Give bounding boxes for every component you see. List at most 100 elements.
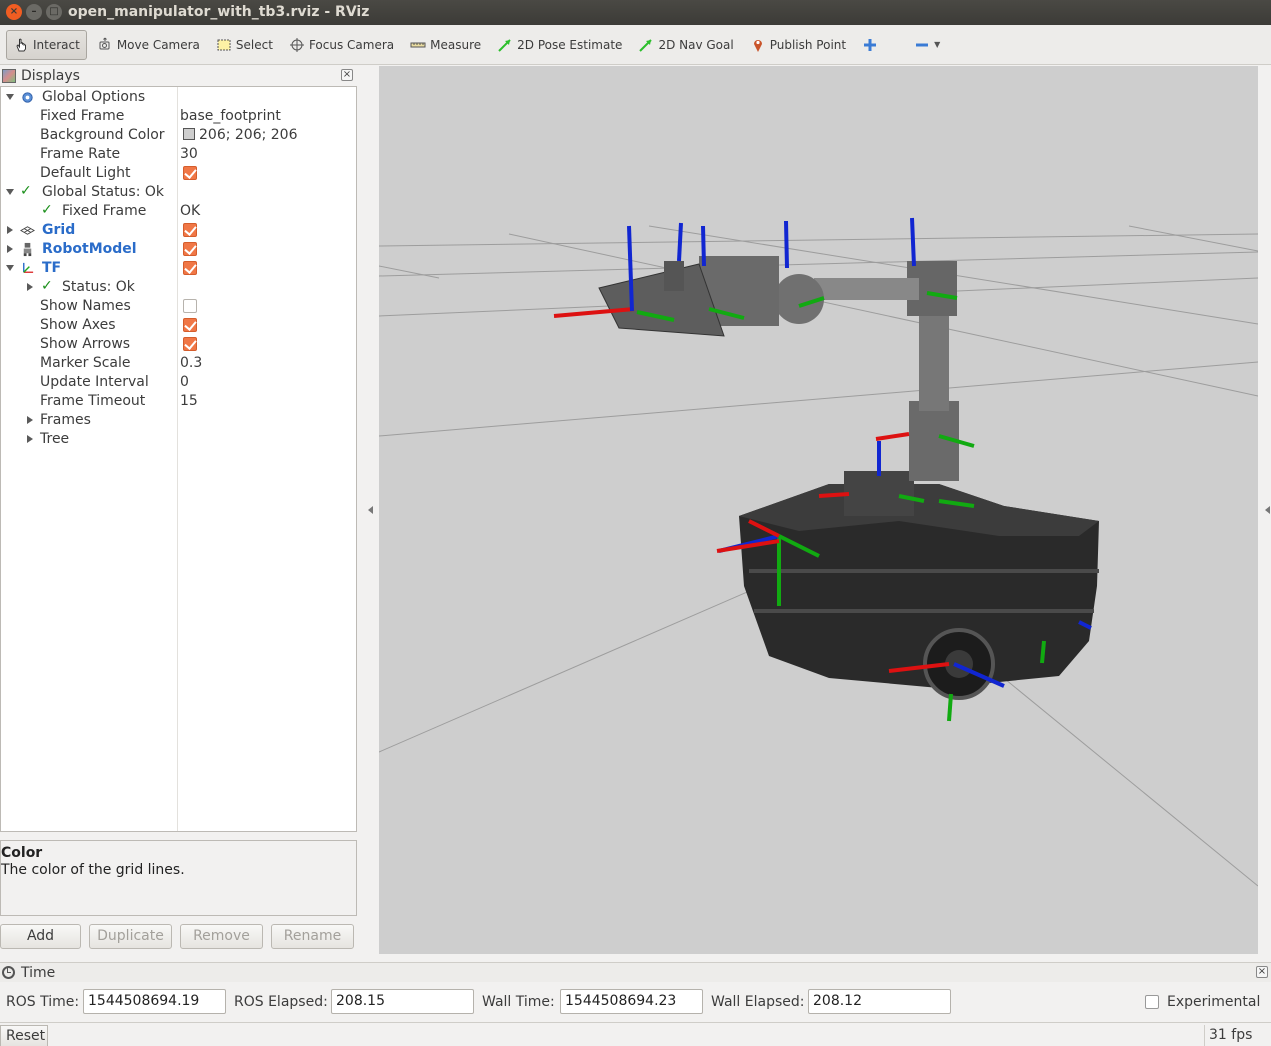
tf-status-label: Status: Ok xyxy=(62,279,135,295)
robot-model-checkbox[interactable] xyxy=(183,242,197,256)
description-title: Color xyxy=(1,845,43,861)
marker-scale-value[interactable]: 0.3 xyxy=(180,354,202,373)
displays-tree[interactable]: Global Options Fixed Frame base_footprin… xyxy=(0,86,357,832)
expand-arrow-icon[interactable] xyxy=(26,283,34,291)
expand-arrow-icon[interactable] xyxy=(26,416,34,424)
tree-row-robot-model[interactable]: RobotModel xyxy=(1,240,356,259)
expand-arrow-icon[interactable] xyxy=(6,188,14,196)
tree-row-global-options[interactable]: Global Options xyxy=(1,88,356,107)
window-title: open_manipulator_with_tb3.rviz - RViz xyxy=(68,4,370,20)
ros-elapsed-label: ROS Elapsed: xyxy=(234,994,328,1010)
tree-row-fixed-frame[interactable]: Fixed Frame base_footprint xyxy=(1,107,356,126)
tree-row-marker-scale[interactable]: Marker Scale 0.3 xyxy=(1,354,356,373)
remove-tool-button[interactable]: ▼ xyxy=(908,30,946,60)
ruler-icon xyxy=(410,37,426,53)
reset-button[interactable]: Reset xyxy=(0,1025,48,1046)
tool-2d-nav-goal-label: 2D Nav Goal xyxy=(658,37,734,52)
axes-icon xyxy=(20,261,35,276)
close-window-icon[interactable]: × xyxy=(6,4,22,20)
description-text: The color of the grid lines. xyxy=(1,862,185,878)
tree-row-background-color[interactable]: Background Color 206; 206; 206 xyxy=(1,126,356,145)
displays-icon xyxy=(2,69,16,83)
tool-publish-point-label: Publish Point xyxy=(769,37,847,52)
tool-toolbar: Interact Move Camera Select Focus Camera… xyxy=(0,25,1271,65)
tool-publish-point[interactable]: Publish Point xyxy=(744,30,852,60)
expand-arrow-icon[interactable] xyxy=(6,93,14,101)
experimental-label: Experimental xyxy=(1167,994,1261,1010)
close-panel-icon[interactable]: × xyxy=(341,69,353,81)
minus-icon xyxy=(914,37,930,53)
tree-row-show-axes[interactable]: Show Axes xyxy=(1,316,356,335)
default-light-checkbox[interactable] xyxy=(183,166,197,180)
tree-row-frame-timeout[interactable]: Frame Timeout 15 xyxy=(1,392,356,411)
tool-select-label: Select xyxy=(235,37,273,52)
time-panel-header: Time × xyxy=(0,962,1271,982)
tool-2d-pose-estimate[interactable]: 2D Pose Estimate xyxy=(491,30,628,60)
expand-arrow-icon[interactable] xyxy=(26,435,34,443)
close-time-panel-icon[interactable]: × xyxy=(1256,966,1268,978)
right-splitter[interactable] xyxy=(1258,66,1271,954)
tree-row-status-fixed-frame[interactable]: ✓ Fixed Frame OK xyxy=(1,202,356,221)
tool-focus-camera[interactable]: Focus Camera xyxy=(283,30,400,60)
tool-2d-nav-goal[interactable]: 2D Nav Goal xyxy=(632,30,739,60)
tree-row-show-arrows[interactable]: Show Arrows xyxy=(1,335,356,354)
default-light-label: Default Light xyxy=(40,165,131,181)
wall-elapsed-field[interactable]: 208.12 xyxy=(808,989,951,1014)
tool-select[interactable]: Select xyxy=(210,30,279,60)
tree-row-update-interval[interactable]: Update Interval 0 xyxy=(1,373,356,392)
frame-rate-value[interactable]: 30 xyxy=(180,145,198,164)
tf-checkbox[interactable] xyxy=(183,261,197,275)
ros-time-field[interactable]: 1544508694.19 xyxy=(83,989,226,1014)
collapse-right-icon[interactable] xyxy=(1265,506,1270,514)
left-splitter[interactable] xyxy=(357,66,379,954)
gear-icon xyxy=(20,90,35,105)
background-color-value[interactable]: 206; 206; 206 xyxy=(183,126,298,145)
show-axes-label: Show Axes xyxy=(40,317,116,333)
tool-measure[interactable]: Measure xyxy=(404,30,487,60)
green-arrow-icon xyxy=(638,37,654,53)
fps-readout: 31 fps xyxy=(1204,1025,1271,1046)
tree-row-grid[interactable]: Grid xyxy=(1,221,356,240)
tree-row-tf-status[interactable]: ✓ Status: Ok xyxy=(1,278,356,297)
grid-icon xyxy=(19,223,36,238)
tool-move-camera[interactable]: Move Camera xyxy=(91,30,206,60)
expand-arrow-icon[interactable] xyxy=(6,245,14,253)
robot-icon xyxy=(20,242,35,257)
robot-model xyxy=(598,256,1099,700)
tree-row-frames[interactable]: Frames xyxy=(1,411,356,430)
ros-elapsed-field[interactable]: 208.15 xyxy=(331,989,474,1014)
show-arrows-checkbox[interactable] xyxy=(183,337,197,351)
experimental-checkbox[interactable] xyxy=(1145,995,1159,1009)
fixed-frame-value[interactable]: base_footprint xyxy=(180,107,281,126)
frame-timeout-value[interactable]: 15 xyxy=(180,392,198,411)
collapse-left-icon[interactable] xyxy=(368,506,373,514)
show-axes-checkbox[interactable] xyxy=(183,318,197,332)
tool-2d-pose-estimate-label: 2D Pose Estimate xyxy=(517,37,623,52)
frame-rate-label: Frame Rate xyxy=(40,146,121,162)
expand-arrow-icon[interactable] xyxy=(6,226,14,234)
tool-interact-label: Interact xyxy=(33,37,80,52)
time-title: Time xyxy=(21,964,56,981)
remove-button[interactable]: Remove xyxy=(180,924,263,949)
grid-checkbox[interactable] xyxy=(183,223,197,237)
update-interval-value[interactable]: 0 xyxy=(180,373,189,392)
add-button[interactable]: Add xyxy=(0,924,81,949)
render-3d-view[interactable] xyxy=(379,66,1258,954)
rename-button[interactable]: Rename xyxy=(271,924,354,949)
minimize-window-icon[interactable]: – xyxy=(26,4,42,20)
tool-measure-label: Measure xyxy=(430,37,482,52)
add-tool-button[interactable] xyxy=(856,30,888,60)
tree-row-global-status[interactable]: ✓ Global Status: Ok xyxy=(1,183,356,202)
tree-row-show-names[interactable]: Show Names xyxy=(1,297,356,316)
tool-interact[interactable]: Interact xyxy=(6,29,87,60)
duplicate-button[interactable]: Duplicate xyxy=(89,924,172,949)
tree-row-tree[interactable]: Tree xyxy=(1,430,356,449)
hand-pointer-icon xyxy=(13,37,29,53)
tree-row-tf[interactable]: TF xyxy=(1,259,356,278)
wall-time-field[interactable]: 1544508694.23 xyxy=(560,989,703,1014)
tree-row-default-light[interactable]: Default Light xyxy=(1,164,356,183)
tree-row-frame-rate[interactable]: Frame Rate 30 xyxy=(1,145,356,164)
expand-arrow-icon[interactable] xyxy=(6,264,14,272)
show-names-checkbox[interactable] xyxy=(183,299,197,313)
maximize-window-icon[interactable]: □ xyxy=(46,4,62,20)
